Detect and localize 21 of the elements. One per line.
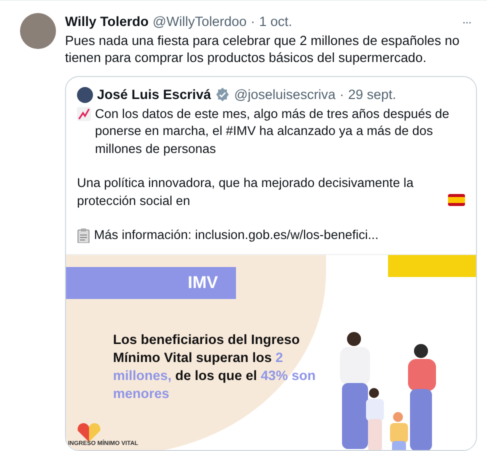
post-text: Una política innovadora, que ha mejorado decisivamente la protección social en xyxy=(77,174,414,210)
author-handle[interactable]: @WillyTolerdoo xyxy=(152,14,247,30)
avatar[interactable] xyxy=(77,86,93,103)
quoted-post-card[interactable] xyxy=(65,76,477,451)
more-button[interactable]: ··· xyxy=(462,14,477,29)
chart-icon xyxy=(77,106,91,121)
author-handle[interactable]: @joseluisescriva xyxy=(234,87,336,102)
post-text: Con los datos de este mes, algo más de tres años después de ponerse en marcha, el #IMV ha alcanzado ya a más de dos millones de personas xyxy=(95,104,450,158)
post-date[interactable]: 1 oct. xyxy=(259,14,292,30)
author-name[interactable]: José Luis Escrivá xyxy=(97,87,212,102)
avatar[interactable] xyxy=(20,13,56,49)
clipboard-icon xyxy=(77,228,90,244)
separator-dot: · xyxy=(340,87,344,102)
flag-icon xyxy=(448,194,465,206)
author-name[interactable]: Willy Tolerdo xyxy=(65,14,149,30)
separator-dot: · xyxy=(250,14,256,30)
post-text: Más información: inclusion.gob.es/w/los-benefici... xyxy=(94,226,379,244)
post-text: Pues nada una fiesta para celebrar que 2 millones de españoles no tienen para comprar los productos básicos del supermercado. xyxy=(65,32,460,67)
post-date[interactable]: 29 sept. xyxy=(348,87,396,102)
banner-label: IMV xyxy=(66,266,236,299)
headline-text: Los beneficiarios del Ingreso Mínimo Vital superan los 2 millones, de los que el 43% son menores xyxy=(113,330,317,403)
